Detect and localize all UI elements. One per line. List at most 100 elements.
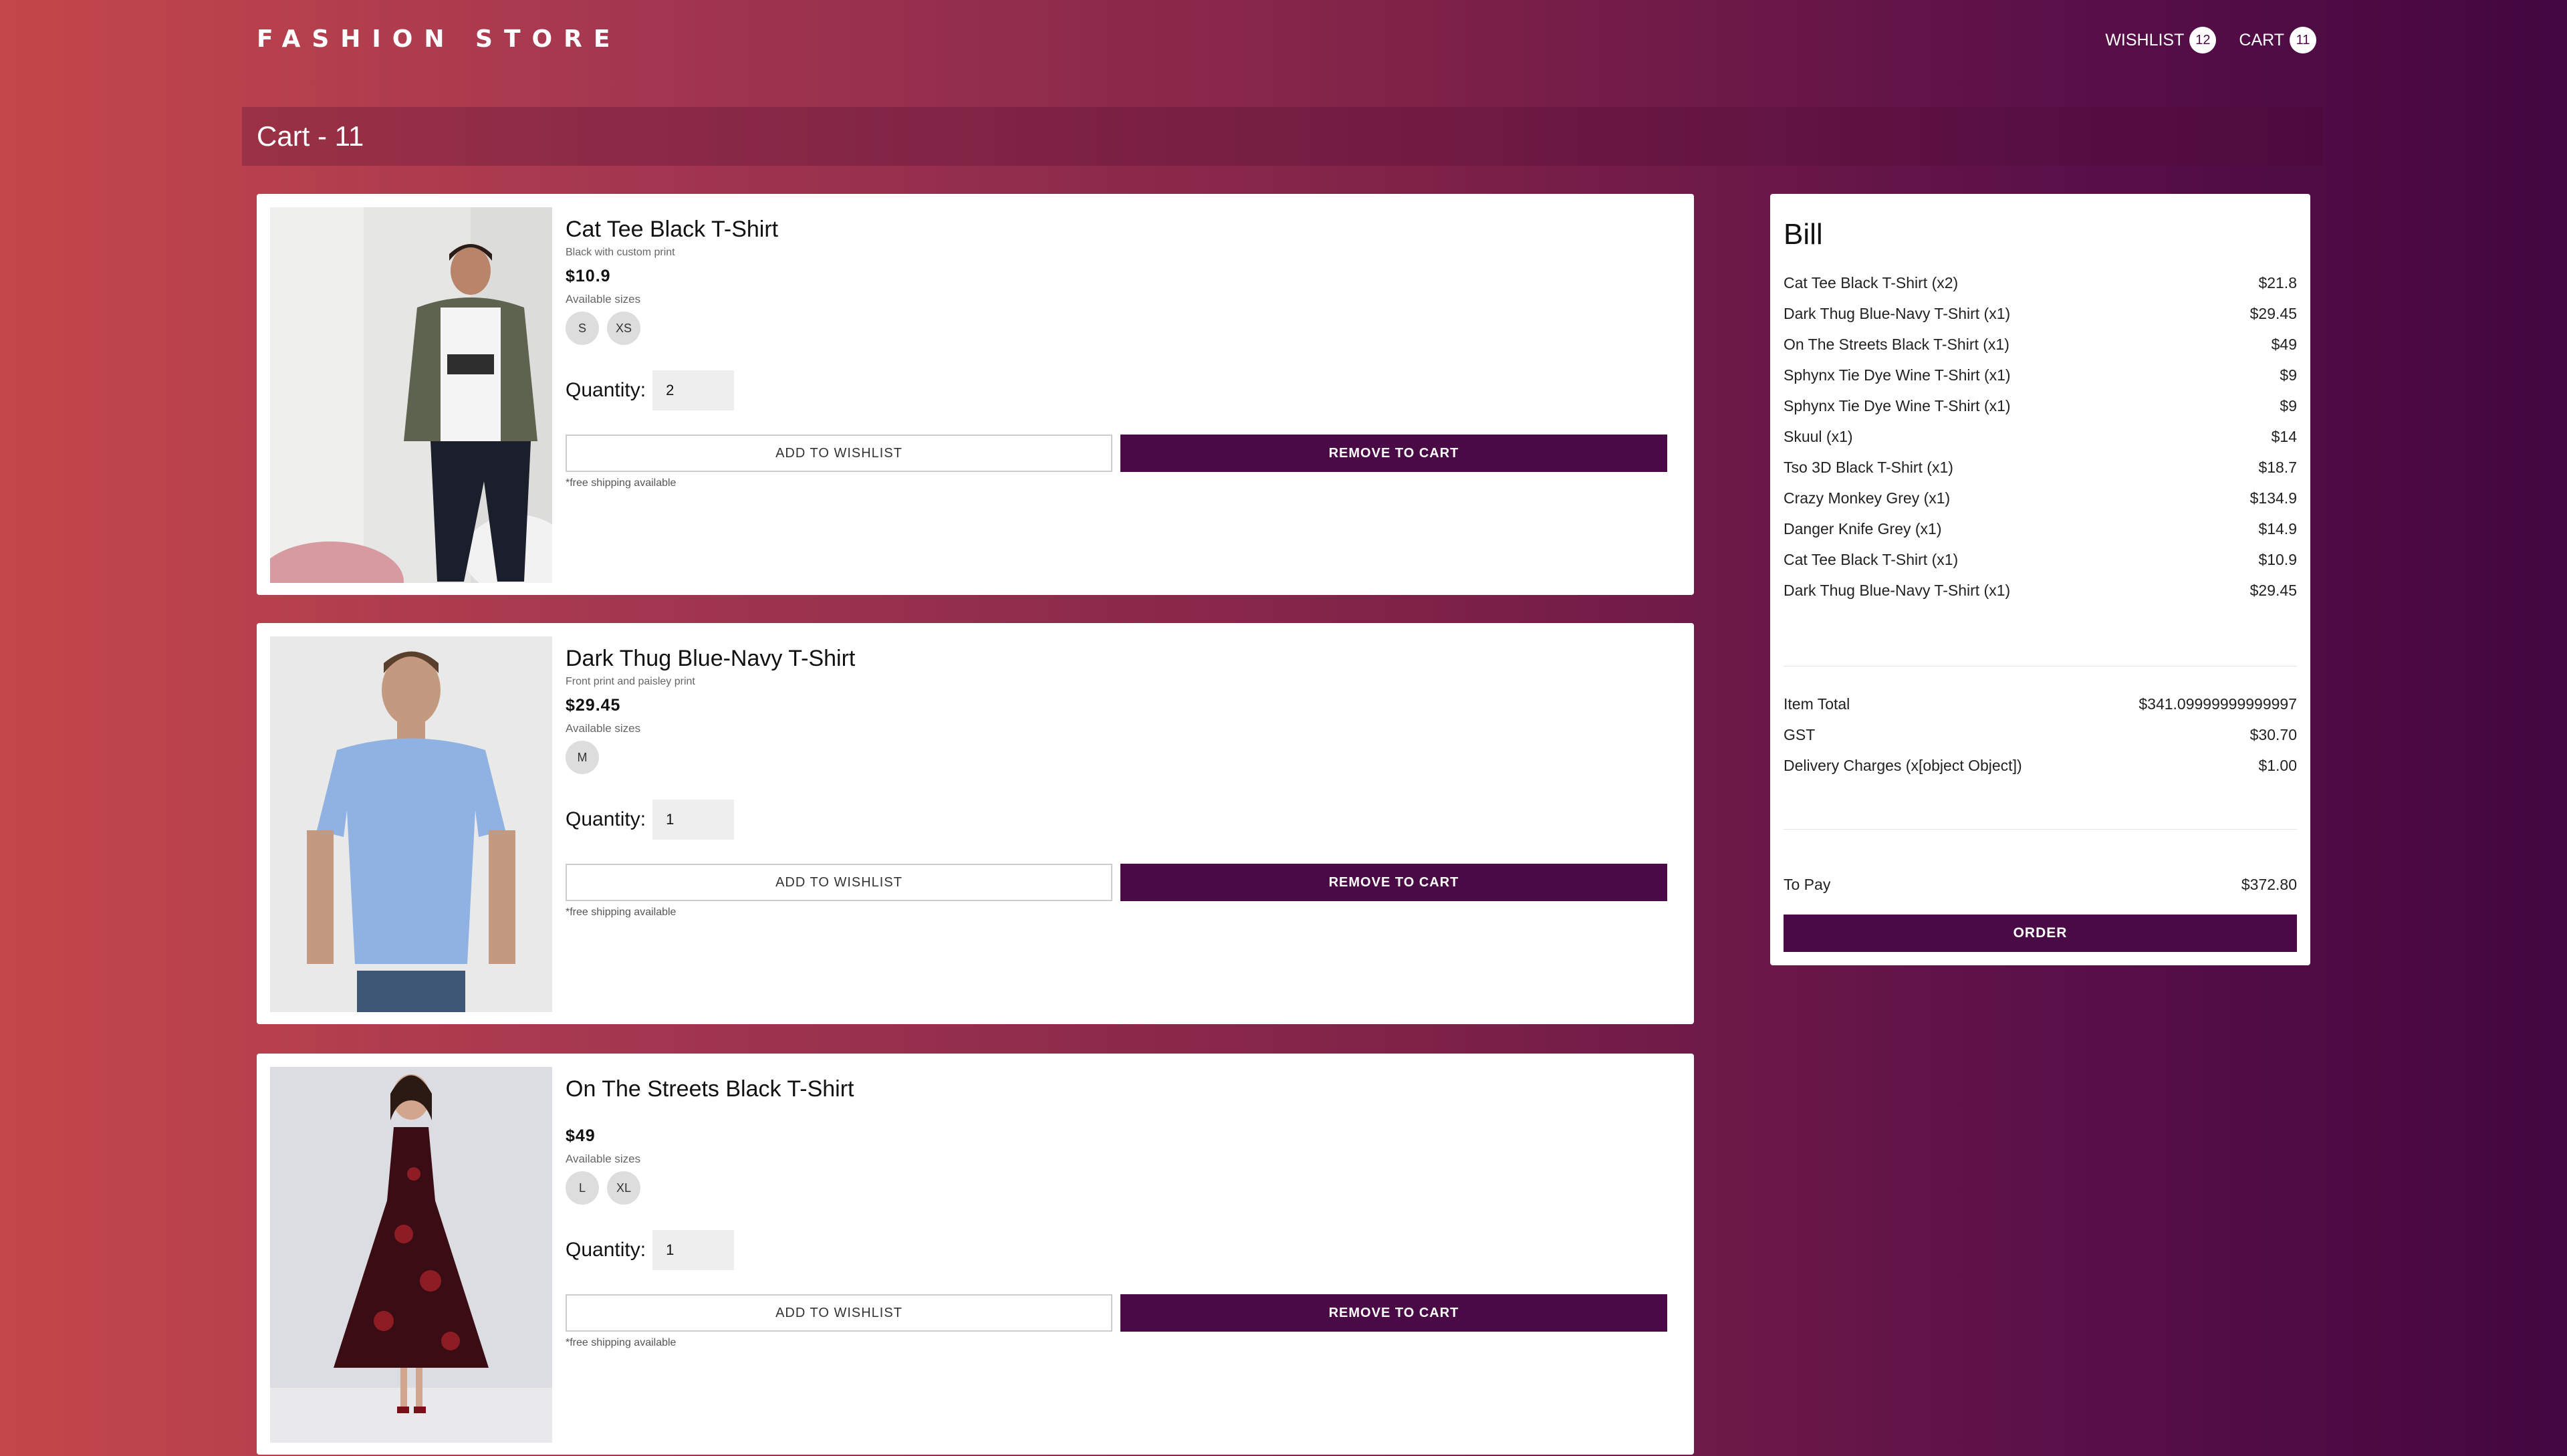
delivery-row: Delivery Charges (x[object Object]) $1.00 [1784, 750, 2297, 781]
shipping-note: *free shipping available [566, 477, 677, 489]
remove-from-cart-button[interactable]: REMOVE TO CART [1120, 435, 1667, 472]
bill-line-amount: $14 [2271, 427, 2297, 445]
bill-line: Sphynx Tie Dye Wine T-Shirt (x1) $9 [1784, 390, 2297, 421]
available-sizes-label: Available sizes [566, 293, 641, 306]
bill-line: Dark Thug Blue-Navy T-Shirt (x1) $29.45 [1784, 298, 2297, 329]
product-name[interactable]: On The Streets Black T-Shirt [566, 1076, 1667, 1102]
bill-line: Cat Tee Black T-Shirt (x1) $10.9 [1784, 544, 2297, 575]
add-to-wishlist-button[interactable]: ADD TO WISHLIST [566, 864, 1112, 901]
cart-label: CART [2239, 30, 2284, 49]
quantity-label: Quantity: [566, 808, 646, 830]
quantity-input[interactable] [652, 370, 735, 410]
bill-line-amount: $18.7 [2258, 458, 2297, 476]
size-options: L XL [566, 1171, 1667, 1205]
bill-line-label: Cat Tee Black T-Shirt (x2) [1784, 273, 1959, 291]
product-image[interactable] [270, 636, 552, 1012]
gst-row: GST $30.70 [1784, 719, 2297, 750]
bill-line: Dark Thug Blue-Navy T-Shirt (x1) $29.45 [1784, 575, 2297, 606]
size-chip[interactable]: XS [607, 312, 640, 345]
bill-line-label: Tso 3D Black T-Shirt (x1) [1784, 458, 1953, 476]
bill-line: Sphynx Tie Dye Wine T-Shirt (x1) $9 [1784, 360, 2297, 390]
bill-line-amount: $29.45 [2249, 304, 2297, 322]
bill-line-amount: $9 [2280, 366, 2297, 384]
product-image[interactable] [270, 207, 552, 583]
bill-line-amount: $49 [2271, 335, 2297, 353]
bill-title: Bill [1784, 218, 1823, 251]
card-actions: ADD TO WISHLIST REMOVE TO CART [566, 435, 1667, 472]
bill-line-amount: $134.9 [2249, 489, 2297, 507]
product-description: Black with custom print [566, 247, 675, 258]
quantity-input[interactable] [652, 1230, 735, 1270]
delivery-label: Delivery Charges (x[object Object]) [1784, 756, 2022, 774]
bill-line-label: Cat Tee Black T-Shirt (x1) [1784, 550, 1959, 568]
cart-item-card: On The Streets Black T-Shirt $49 Availab… [257, 1054, 1694, 1455]
cart-item-card: Cat Tee Black T-Shirt Black with custom … [257, 194, 1694, 595]
quantity-row: Quantity: [566, 800, 1667, 840]
size-chip[interactable]: XL [607, 1171, 640, 1205]
cart-header-bar: Cart - 11 [242, 107, 2322, 166]
wishlist-count-badge: 12 [2189, 27, 2217, 53]
bill-line-label: Sphynx Tie Dye Wine T-Shirt (x1) [1784, 366, 2011, 384]
header-nav: WISHLIST 12 CART 11 [2105, 27, 2316, 53]
product-details: On The Streets Black T-Shirt $49 Availab… [566, 1076, 1667, 1349]
top-navigation-bar: FASHION STORE WISHLIST 12 CART 11 [0, 0, 2567, 84]
bill-line: Danger Knife Grey (x1) $14.9 [1784, 513, 2297, 544]
bill-line-label: On The Streets Black T-Shirt (x1) [1784, 335, 2009, 353]
bill-line-label: Sphynx Tie Dye Wine T-Shirt (x1) [1784, 396, 2011, 414]
add-to-wishlist-button[interactable]: ADD TO WISHLIST [566, 435, 1112, 472]
quantity-input[interactable] [652, 800, 735, 840]
bill-line-label: Crazy Monkey Grey (x1) [1784, 489, 1951, 507]
to-pay-row: To Pay $372.80 [1784, 869, 2297, 900]
card-actions: ADD TO WISHLIST REMOVE TO CART [566, 864, 1667, 901]
remove-from-cart-button[interactable]: REMOVE TO CART [1120, 1294, 1667, 1332]
card-actions: ADD TO WISHLIST REMOVE TO CART [566, 1294, 1667, 1332]
size-chip[interactable]: S [566, 312, 599, 345]
quantity-row: Quantity: [566, 1230, 1667, 1270]
to-pay-section: To Pay $372.80 [1784, 869, 2297, 900]
available-sizes-label: Available sizes [566, 722, 641, 735]
remove-from-cart-button[interactable]: REMOVE TO CART [1120, 864, 1667, 901]
bill-line: Skuul (x1) $14 [1784, 421, 2297, 452]
cart-item-card: Dark Thug Blue-Navy T-Shirt Front print … [257, 623, 1694, 1024]
bill-line-amount: $29.45 [2249, 581, 2297, 599]
bill-line: On The Streets Black T-Shirt (x1) $49 [1784, 329, 2297, 360]
bill-panel: Bill Cat Tee Black T-Shirt (x2) $21.8 Dar… [1770, 194, 2310, 965]
product-description [566, 1106, 1667, 1121]
quantity-label: Quantity: [566, 379, 646, 401]
size-chip[interactable]: L [566, 1171, 599, 1205]
bill-line-amount: $14.9 [2258, 519, 2297, 537]
size-options: S XS [566, 312, 1667, 345]
to-pay-label: To Pay [1784, 875, 1831, 893]
product-name[interactable]: Dark Thug Blue-Navy T-Shirt [566, 646, 1667, 672]
gst-value: $30.70 [2249, 725, 2297, 743]
shipping-note: *free shipping available [566, 906, 677, 918]
product-price: $49 [566, 1126, 596, 1145]
bill-line-items: Cat Tee Black T-Shirt (x2) $21.8 Dark Thu… [1784, 267, 2297, 606]
page-title: Cart - 11 [257, 120, 364, 152]
product-description: Front print and paisley print [566, 676, 695, 687]
product-name[interactable]: Cat Tee Black T-Shirt [566, 217, 1667, 243]
bill-line: Tso 3D Black T-Shirt (x1) $18.7 [1784, 452, 2297, 483]
bill-line-amount: $9 [2280, 396, 2297, 414]
add-to-wishlist-button[interactable]: ADD TO WISHLIST [566, 1294, 1112, 1332]
gst-label: GST [1784, 725, 1816, 743]
bill-line: Crazy Monkey Grey (x1) $134.9 [1784, 483, 2297, 513]
bill-line-label: Skuul (x1) [1784, 427, 1853, 445]
product-details: Dark Thug Blue-Navy T-Shirt Front print … [566, 646, 1667, 919]
size-chip[interactable]: M [566, 741, 599, 774]
quantity-row: Quantity: [566, 370, 1667, 410]
bill-divider [1784, 829, 2297, 830]
quantity-label: Quantity: [566, 1239, 646, 1261]
product-price: $29.45 [566, 696, 621, 715]
bill-line-amount: $21.8 [2258, 273, 2297, 291]
cart-link[interactable]: CART 11 [2239, 27, 2316, 53]
store-logo[interactable]: FASHION STORE [257, 25, 621, 53]
bill-line: Cat Tee Black T-Shirt (x2) $21.8 [1784, 267, 2297, 298]
product-details: Cat Tee Black T-Shirt Black with custom … [566, 217, 1667, 489]
product-image[interactable] [270, 1067, 552, 1443]
order-button[interactable]: ORDER [1784, 915, 2297, 952]
delivery-value: $1.00 [2258, 756, 2297, 774]
bill-line-label: Danger Knife Grey (x1) [1784, 519, 1942, 537]
item-total-row: Item Total $341.09999999999997 [1784, 689, 2297, 719]
wishlist-link[interactable]: WISHLIST 12 [2105, 27, 2217, 53]
